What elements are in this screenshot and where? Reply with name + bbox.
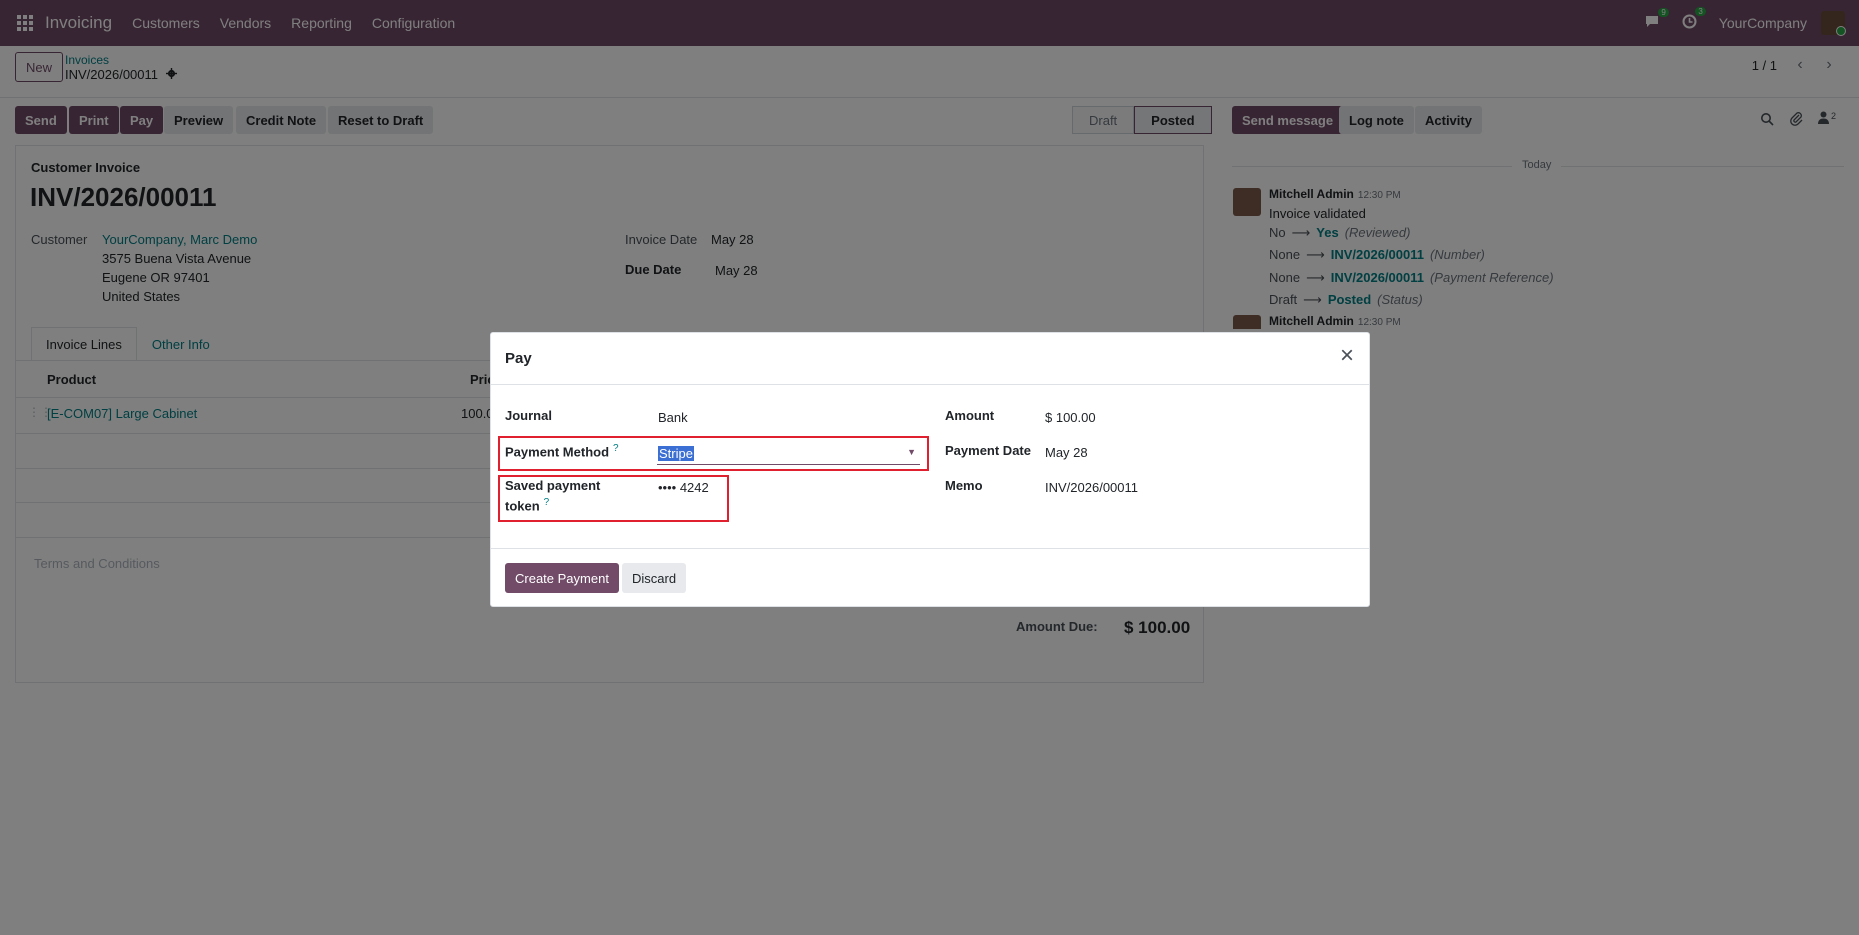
journal-field[interactable]: Bank [658,410,688,425]
discard-button[interactable]: Discard [622,563,687,593]
dialog-footer-divider [491,548,1369,549]
create-payment-button[interactable]: Create Payment [505,563,619,593]
journal-label: Journal [505,408,552,423]
memo-field[interactable]: INV/2026/00011 [1045,480,1138,495]
amount-field[interactable]: $ 100.00 [1045,410,1096,425]
payment-date-field[interactable]: May 28 [1045,445,1088,460]
payment-method-value[interactable]: Stripe [658,446,694,461]
help-icon[interactable]: ? [613,443,619,454]
pay-dialog: Pay × Journal Bank Payment Method? Strip… [490,332,1370,607]
dialog-header: Pay × [491,333,1369,385]
saved-token-label-text: token [505,498,540,514]
payment-method-select[interactable]: Stripe ▼ [657,443,920,465]
dialog-title: Pay [505,350,532,367]
amount-label: Amount [945,408,995,423]
caret-down-icon[interactable]: ▼ [907,447,916,457]
saved-token-field[interactable]: •••• 4242 [658,480,709,495]
saved-token-label-2: token? [505,497,549,513]
close-icon[interactable]: × [1335,344,1359,369]
payment-date-label: Payment Date [945,443,1031,458]
payment-method-label-text: Payment Method [505,444,610,460]
payment-method-label: Payment Method? [505,443,619,459]
saved-token-label: Saved payment [505,478,601,493]
help-icon[interactable]: ? [544,497,550,508]
memo-label: Memo [945,478,983,493]
